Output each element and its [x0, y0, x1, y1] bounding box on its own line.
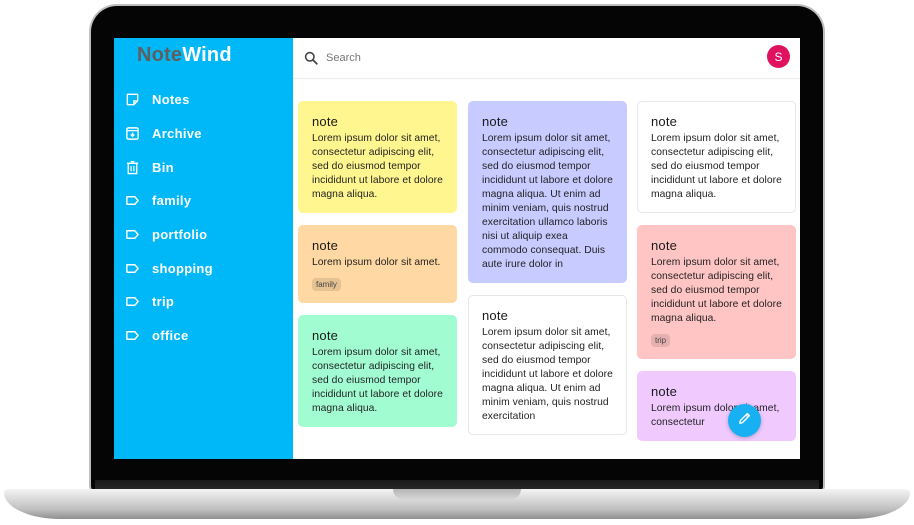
notes-column-1: note Lorem ipsum dolor sit amet, consecte…: [298, 101, 457, 439]
note-title: note: [651, 238, 678, 253]
avatar[interactable]: S: [767, 45, 790, 68]
pencil-icon: [737, 411, 752, 430]
search-input[interactable]: [326, 48, 626, 68]
label-icon: [125, 227, 140, 242]
note-title: note: [482, 308, 509, 323]
note-body: Lorem ipsum dolor sit amet, consectetur …: [312, 133, 443, 200]
sidebar-item-label: Archive: [152, 126, 202, 142]
label-icon: [125, 261, 140, 276]
note-title: note: [482, 114, 509, 129]
laptop-notch: [393, 489, 521, 500]
notes-grid: note Lorem ipsum dolor sit amet, consecte…: [293, 79, 800, 459]
label-icon: [125, 294, 140, 309]
sidebar-item-label: family: [152, 193, 192, 209]
sidebar-nav: Notes Archive Bin family portfolio shopping tr…: [114, 83, 293, 353]
label-icon: [125, 328, 140, 343]
notes-column-3: note Lorem ipsum dolor sit amet, consecte…: [637, 101, 796, 453]
note-body: Lorem ipsum dolor sit amet.: [312, 257, 441, 268]
sidebar-item-portfolio[interactable]: portfolio: [114, 218, 293, 252]
note-card[interactable]: note Lorem ipsum dolor sit amet, consecte…: [637, 101, 796, 213]
note-body: Lorem ipsum dolor sit amet, consectetur …: [312, 347, 443, 414]
sidebar-item-shopping[interactable]: shopping: [114, 251, 293, 285]
note-body: Lorem ipsum dolor sit amet, consectetur …: [651, 257, 782, 324]
archive-icon: [125, 126, 140, 141]
notes-column-2: note Lorem ipsum dolor sit amet, consecte…: [468, 101, 627, 447]
note-title: note: [312, 238, 339, 253]
search-icon: [304, 50, 318, 65]
sidebar-item-archive[interactable]: Archive: [114, 117, 293, 151]
note-title: note: [651, 384, 678, 399]
app-screen: NoteWind Notes Archive Bin family portfolio s…: [114, 38, 800, 459]
sidebar-item-trip[interactable]: trip: [114, 285, 293, 319]
note-body: Lorem ipsum dolor sit amet, consectetur: [651, 403, 780, 428]
note-body: Lorem ipsum dolor sit amet, consectetur …: [482, 133, 613, 270]
note-card[interactable]: note Lorem ipsum dolor sit amet, consecte…: [468, 295, 627, 435]
trash-icon: [125, 160, 140, 175]
note-title: note: [312, 328, 339, 343]
note-card[interactable]: note Lorem ipsum dolor sit amet, consecte…: [637, 371, 796, 441]
sidebar-item-family[interactable]: family: [114, 184, 293, 218]
note-card[interactable]: note Lorem ipsum dolor sit amet, consecte…: [468, 101, 627, 283]
sidebar: NoteWind Notes Archive Bin family portfolio s…: [114, 38, 293, 459]
note-label-chip[interactable]: trip: [651, 334, 671, 347]
brand-part2: Wind: [182, 44, 232, 66]
note-body: Lorem ipsum dolor sit amet, consectetur …: [482, 327, 613, 422]
note-card[interactable]: note Lorem ipsum dolor sit amet. family: [298, 225, 457, 303]
sidebar-item-bin[interactable]: Bin: [114, 150, 293, 184]
label-icon: [125, 193, 140, 208]
top-bar: S: [293, 38, 800, 79]
note-label-chip[interactable]: family: [312, 278, 341, 291]
note-card[interactable]: note Lorem ipsum dolor sit amet, consecte…: [298, 101, 457, 213]
note-body: Lorem ipsum dolor sit amet, consectetur …: [651, 133, 782, 200]
sidebar-item-label: office: [152, 328, 189, 344]
new-note-button[interactable]: [728, 404, 761, 437]
note-title: note: [651, 114, 678, 129]
sidebar-item-label: Bin: [152, 159, 174, 175]
brand-part1: Note: [137, 44, 183, 66]
note-card[interactable]: note Lorem ipsum dolor sit amet, consecte…: [298, 315, 457, 427]
note-card[interactable]: note Lorem ipsum dolor sit amet, consecte…: [637, 225, 796, 359]
sidebar-item-label: trip: [152, 294, 175, 310]
brand-logo[interactable]: NoteWind: [137, 44, 232, 67]
sidebar-item-label: Notes: [152, 92, 190, 108]
note-icon: [125, 92, 140, 107]
sidebar-item-label: portfolio: [152, 227, 208, 243]
note-title: note: [312, 114, 339, 129]
sidebar-item-notes[interactable]: Notes: [114, 83, 293, 117]
sidebar-item-label: shopping: [152, 260, 213, 276]
sidebar-item-office[interactable]: office: [114, 319, 293, 353]
